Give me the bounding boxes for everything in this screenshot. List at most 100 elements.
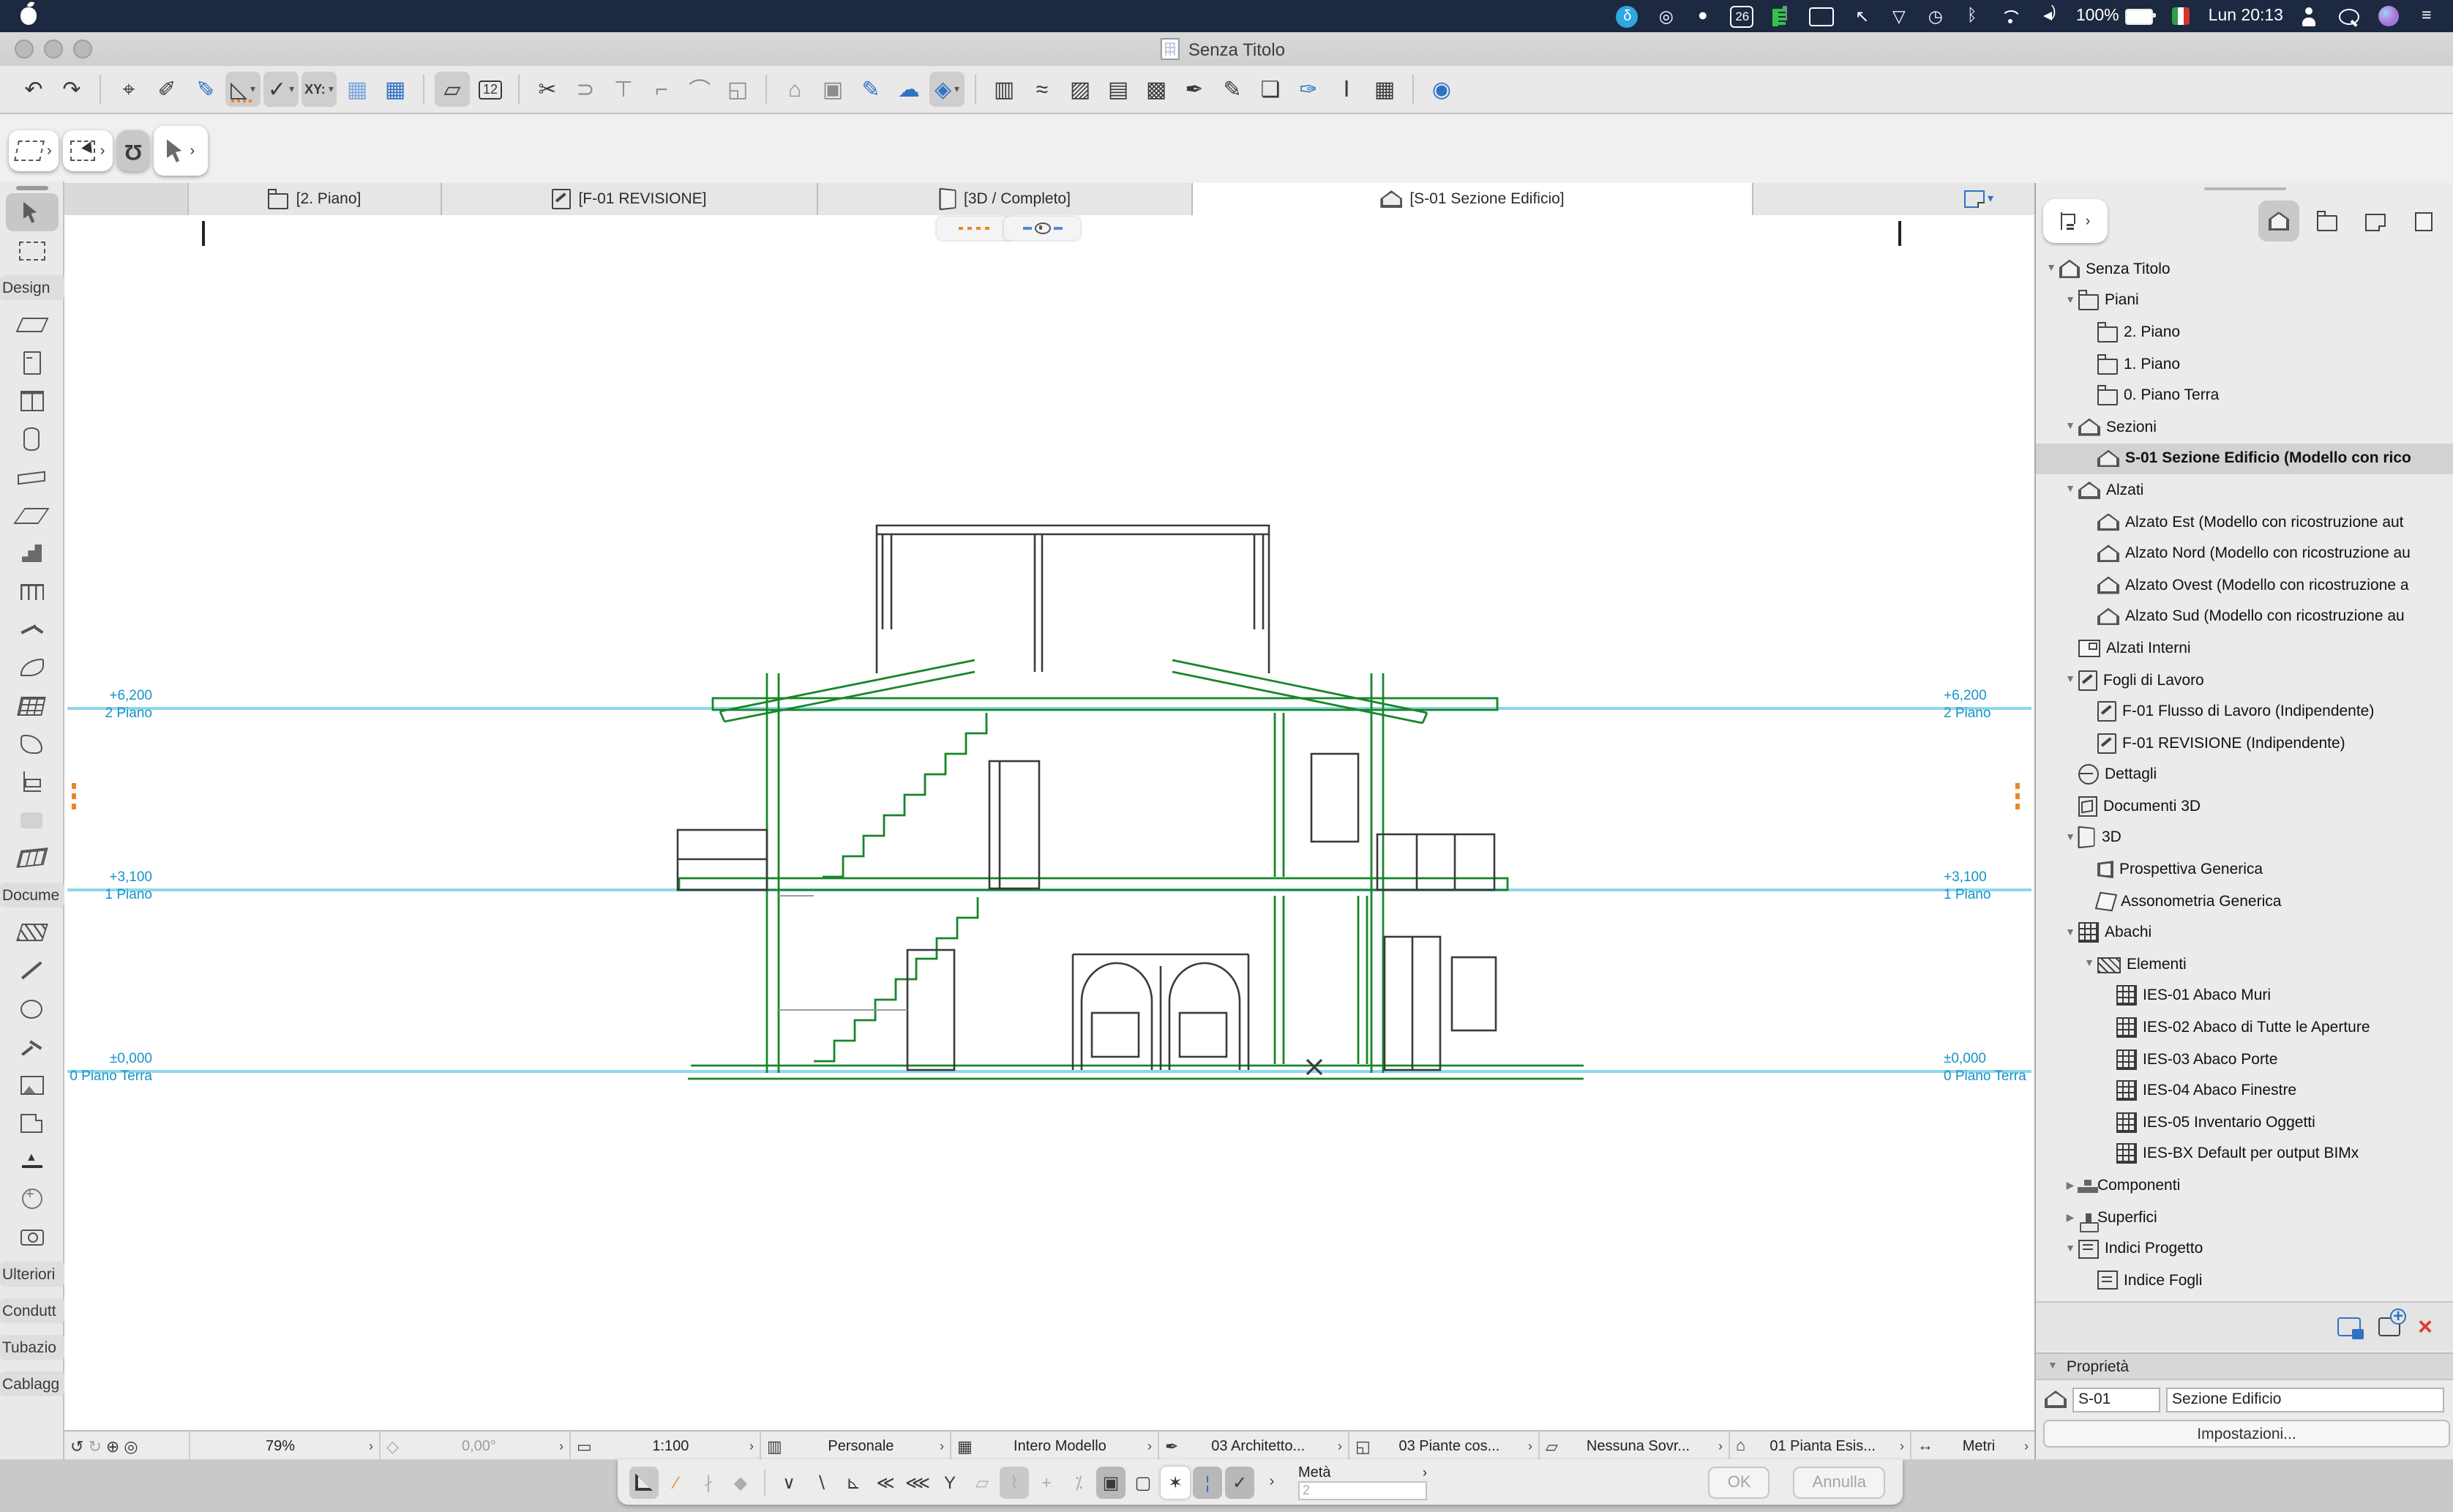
curtain-wall-tool[interactable] — [5, 686, 58, 725]
properties-header[interactable]: ▼Proprietà — [2036, 1352, 2453, 1380]
schedules-button[interactable]: ▦▾ — [1367, 72, 1402, 107]
snap-points-toggle[interactable]: ✓ — [1225, 1466, 1254, 1498]
profiles-button[interactable]: ▩▾ — [1139, 72, 1174, 107]
wall-tool[interactable] — [5, 306, 58, 344]
apple-menu-icon[interactable] — [20, 7, 37, 25]
app-blob-icon[interactable]: ● — [1694, 4, 1712, 28]
tree-row[interactable]: IES-02 Abaco di Tutte le Aperture — [2036, 1012, 2453, 1044]
arrow-tool[interactable] — [5, 193, 58, 231]
control-center-icon[interactable]: ≡ — [2418, 4, 2435, 28]
tree-row[interactable]: Abachi — [2036, 917, 2453, 948]
ruler-button[interactable]: 12▾ — [473, 72, 508, 107]
slab-tool[interactable] — [5, 496, 58, 534]
creative-cloud-icon[interactable]: ◎ — [1658, 4, 1675, 28]
tree-expand-arrow[interactable] — [2062, 1243, 2078, 1254]
time-machine-icon[interactable]: ◷ — [1927, 4, 1944, 28]
window-close-button[interactable] — [15, 40, 34, 59]
drag-mode-button[interactable]: › — [9, 130, 59, 171]
tree-row[interactable]: Fogli di Lavoro — [2036, 664, 2453, 695]
tree-row[interactable]: F-01 Flusso di Lavoro (Indipendente) — [2036, 696, 2453, 727]
camera-tool[interactable] — [5, 1218, 58, 1256]
zoom-next-icon[interactable]: ↻ — [88, 1437, 101, 1456]
favorites-button[interactable]: ❏▾ — [1253, 72, 1288, 107]
tree-row[interactable]: Dettagli — [2036, 759, 2453, 790]
pickup-parameters-button[interactable]: ✐▾ — [149, 72, 184, 107]
snap-guides-button[interactable]: ✓▾ — [263, 72, 299, 107]
fill-types-button[interactable]: ▨▾ — [1063, 72, 1098, 107]
composites-button[interactable]: ▤▾ — [1101, 72, 1136, 107]
find-select-button[interactable]: ⌖▾ — [111, 72, 146, 107]
design-section-label[interactable]: Design — [0, 275, 64, 300]
parallel-snap-button[interactable]: ∖ — [806, 1466, 836, 1498]
graphic-override-control[interactable]: ▱Nessuna Sovr...› — [1540, 1431, 1730, 1461]
guide-segment-button[interactable]: ∕ — [662, 1466, 691, 1498]
tree-row[interactable]: Superfici — [2036, 1202, 2453, 1233]
marquee-mode-button[interactable]: › — [64, 130, 113, 171]
tree-expand-arrow[interactable] — [2081, 959, 2097, 970]
cancel-button[interactable]: Annulla — [1794, 1466, 1885, 1498]
tree-row[interactable]: Indici Progetto — [2036, 1233, 2453, 1265]
tree-row[interactable]: IES-04 Abaco Finestre — [2036, 1075, 2453, 1107]
tree-row[interactable]: Sezioni — [2036, 411, 2453, 443]
pen-sets-button[interactable]: ✒▾ — [1177, 72, 1212, 107]
tree-row[interactable]: S-01 Sezione Edificio (Modello con rico — [2036, 443, 2453, 474]
inject-parameters-button[interactable]: ✐▾ — [187, 72, 222, 107]
tree-row[interactable]: Documenti 3D — [2036, 790, 2453, 822]
tab-3d-completo[interactable]: [3D / Completo] — [818, 183, 1193, 215]
delta-status-icon[interactable]: δ — [1617, 5, 1639, 27]
keyboard-flag-icon[interactable] — [2172, 7, 2190, 25]
undo-button[interactable]: ↶▾ — [16, 72, 51, 107]
tree-expand-arrow[interactable] — [2062, 1211, 2078, 1223]
align-button[interactable]: ⊤▾ — [606, 72, 641, 107]
new-viewpoint-button[interactable] — [2378, 1317, 2400, 1336]
airplay-icon[interactable]: ▽ — [1890, 4, 1908, 28]
delete-close-button[interactable]: × — [2418, 1317, 2433, 1337]
chevron-right-icon[interactable]: › — [1423, 1465, 1427, 1480]
condutture-section-label[interactable]: Condutt — [0, 1298, 64, 1323]
tree-expand-arrow[interactable] — [2062, 833, 2078, 843]
tree-row[interactable]: Alzato Nord (Modello con ricostruzione a… — [2036, 538, 2453, 569]
tree-expand-arrow[interactable] — [2062, 485, 2078, 495]
zoom-in-icon[interactable]: ⊕ — [106, 1437, 119, 1456]
surface-snap-button[interactable]: ▱ — [967, 1466, 997, 1498]
tree-row[interactable]: IES-01 Abaco Muri — [2036, 980, 2453, 1011]
eraser-button[interactable]: ◆ — [726, 1466, 755, 1498]
istat-bars-icon[interactable] — [1773, 6, 1791, 26]
beam-tool[interactable] — [5, 458, 58, 496]
nav-tab-layout-book[interactable] — [2355, 201, 2396, 242]
edit-plane-button[interactable]: ▱▾ — [435, 72, 470, 107]
mesh-tool[interactable] — [5, 839, 58, 877]
separator[interactable] — [765, 75, 767, 104]
markup-tools-button[interactable]: ✑▾ — [1291, 72, 1326, 107]
tree-row[interactable]: Senza Titolo — [2036, 253, 2453, 285]
tree-row[interactable]: Prospettiva Generica — [2036, 854, 2453, 886]
fillet-button[interactable]: ⌒▾ — [682, 72, 717, 107]
level-dimension-tool[interactable] — [5, 1142, 58, 1180]
guide-lines-button[interactable]: ◺▾ — [225, 72, 261, 107]
fit-in-window-icon[interactable]: ◎ — [124, 1437, 138, 1456]
wifi-icon[interactable] — [2000, 9, 2021, 23]
tree-row[interactable]: Elementi — [2036, 948, 2453, 980]
display-icon[interactable] — [1810, 7, 1835, 26]
tree-expand-arrow[interactable] — [2062, 422, 2078, 433]
magnet-snap-button[interactable]: Ω — [116, 130, 149, 171]
special-snap-button[interactable]: Y — [935, 1466, 965, 1498]
guide-setsquare-button[interactable] — [629, 1466, 659, 1498]
separator[interactable] — [518, 75, 520, 104]
nav-tab-view-map[interactable] — [2307, 201, 2348, 242]
tree-row[interactable]: Componenti — [2036, 1169, 2453, 1201]
separator[interactable] — [1412, 75, 1414, 104]
element-bounds-button[interactable]: ▢ — [1128, 1466, 1158, 1498]
object-tool[interactable] — [5, 763, 58, 801]
spotlight-search-icon[interactable] — [2339, 8, 2359, 24]
layers-settings-button[interactable]: ▥▾ — [986, 72, 1022, 107]
tree-row[interactable]: Alzati — [2036, 474, 2453, 506]
tubazioni-section-label[interactable]: Tubazio — [0, 1335, 64, 1360]
tree-row[interactable]: IES-BX Default per output BIMx — [2036, 1138, 2453, 1169]
grid-snap-button[interactable]: ▦▾ — [340, 72, 375, 107]
siri-icon[interactable] — [2378, 6, 2399, 26]
nav-tab-project-map[interactable] — [2258, 201, 2299, 242]
zone-tool[interactable] — [5, 801, 58, 839]
zoom-previous-icon[interactable]: ↺ — [70, 1437, 83, 1456]
section-name-field[interactable] — [2166, 1387, 2444, 1412]
